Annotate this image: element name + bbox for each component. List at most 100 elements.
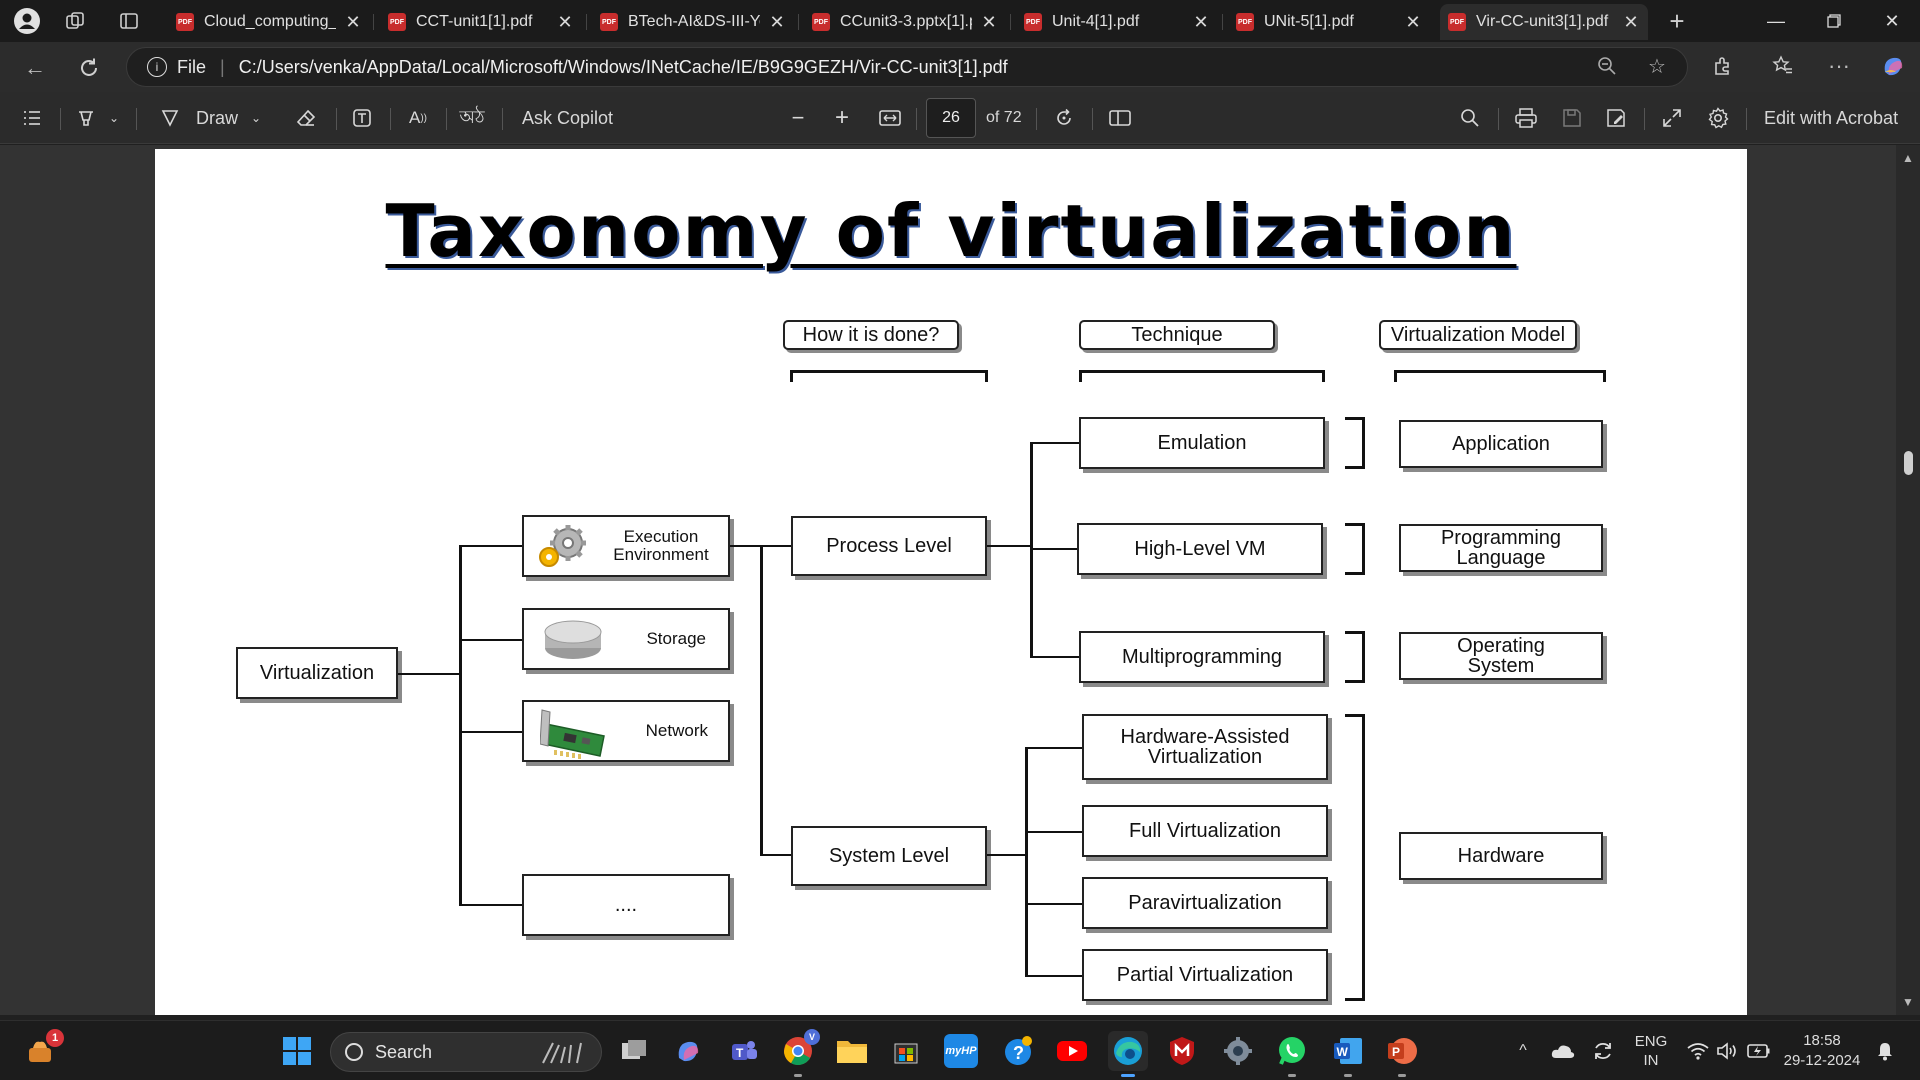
find-search-icon[interactable] xyxy=(1454,102,1486,134)
clock-date: 29-12-2024 xyxy=(1783,1052,1861,1069)
tab-vir-cc-unit3[interactable]: PDF Vir-CC-unit3[1].pdf ✕ xyxy=(1440,4,1648,40)
close-icon[interactable]: ✕ xyxy=(556,12,574,33)
microsoft-store-icon[interactable] xyxy=(886,1031,926,1071)
vertical-scrollbar[interactable]: ▲ ▼ xyxy=(1896,145,1920,1015)
mcafee-icon[interactable] xyxy=(1162,1031,1202,1071)
taskbar-search-box[interactable]: Search xyxy=(330,1032,602,1072)
show-hidden-icons-chevron-up-icon[interactable]: ^ xyxy=(1510,1021,1536,1080)
tab-ccunit3[interactable]: PDF CCunit3-3.pptx[1].pd ✕ xyxy=(804,4,1006,40)
contents-list-icon[interactable] xyxy=(16,102,48,134)
node-execution-environment: Execution Environment xyxy=(522,515,730,577)
chrome-icon[interactable]: V xyxy=(778,1029,820,1077)
help-icon[interactable]: ? xyxy=(998,1031,1038,1071)
language-indicator[interactable]: ENG IN xyxy=(1628,1021,1674,1080)
chevron-down-icon[interactable]: ⌄ xyxy=(104,102,124,134)
task-view-icon[interactable] xyxy=(614,1031,654,1071)
powerpoint-icon[interactable]: P xyxy=(1382,1031,1422,1077)
eraser-icon[interactable] xyxy=(290,102,322,134)
read-aloud-icon[interactable]: A)) xyxy=(402,102,434,134)
more-options-icon[interactable]: ··· xyxy=(1822,49,1856,83)
sync-icon[interactable] xyxy=(1588,1021,1618,1080)
fullscreen-icon[interactable] xyxy=(1656,102,1688,134)
close-icon[interactable]: ✕ xyxy=(980,12,998,33)
clock-time: 18:58 xyxy=(1803,1032,1841,1049)
wifi-icon[interactable] xyxy=(1684,1021,1712,1080)
highlighter-icon[interactable] xyxy=(70,102,102,134)
zoom-out-icon[interactable]: − xyxy=(782,102,814,134)
workspaces-icon[interactable] xyxy=(60,6,90,36)
add-text-icon[interactable] xyxy=(346,102,378,134)
chevron-down-icon[interactable]: ⌄ xyxy=(246,102,266,134)
close-icon[interactable]: ✕ xyxy=(1404,12,1422,33)
close-icon[interactable]: ✕ xyxy=(344,12,362,33)
clock[interactable]: 18:58 29-12-2024 xyxy=(1780,1021,1864,1080)
scroll-down-arrow-icon[interactable]: ▼ xyxy=(1902,995,1914,1009)
myhp-icon[interactable]: myHP xyxy=(944,1034,978,1068)
save-as-icon[interactable] xyxy=(1600,102,1632,134)
tab-bar: PDF Cloud_computing_u ✕ PDF CCT-unit1[1]… xyxy=(0,0,1920,42)
page-number-input[interactable]: 26 xyxy=(926,98,976,138)
close-icon[interactable]: ✕ xyxy=(1622,12,1640,33)
onedrive-cloud-icon[interactable] xyxy=(1548,1021,1578,1080)
window-close-icon[interactable]: ✕ xyxy=(1864,0,1920,42)
draw-button[interactable]: Draw xyxy=(196,102,238,134)
address-row: ← i File | C:/Users/venka/AppData/Local/… xyxy=(0,42,1920,92)
gear-icon xyxy=(539,525,586,567)
favorites-collection-icon[interactable] xyxy=(1766,49,1800,83)
svg-text:W: W xyxy=(1337,1045,1349,1059)
copilot-taskbar-icon[interactable] xyxy=(668,1031,708,1071)
tab-unit5[interactable]: PDF UNit-5[1].pdf ✕ xyxy=(1228,4,1430,40)
node-virtualization: Virtualization xyxy=(236,647,398,699)
close-icon[interactable]: ✕ xyxy=(1192,12,1210,33)
notifications-bell-icon[interactable] xyxy=(1870,1021,1900,1080)
volume-icon[interactable] xyxy=(1714,1021,1740,1080)
ask-copilot-button[interactable]: Ask Copilot xyxy=(522,102,613,134)
rotate-icon[interactable] xyxy=(1048,102,1080,134)
fit-width-icon[interactable] xyxy=(874,102,906,134)
back-arrow-icon[interactable]: ← xyxy=(18,51,52,85)
settings-app-icon[interactable] xyxy=(1218,1031,1258,1071)
site-info-icon[interactable]: i xyxy=(147,57,167,77)
header-how-it-is-done: How it is done? xyxy=(783,320,959,350)
profile-icon[interactable] xyxy=(12,6,42,36)
refresh-icon[interactable] xyxy=(72,51,106,85)
zoom-in-icon[interactable]: + xyxy=(826,102,858,134)
extensions-icon[interactable] xyxy=(1706,49,1740,83)
node-emulation: Emulation xyxy=(1079,417,1325,469)
draw-pen-icon[interactable] xyxy=(154,102,186,134)
tab-unit4[interactable]: PDF Unit-4[1].pdf ✕ xyxy=(1016,4,1218,40)
close-icon[interactable]: ✕ xyxy=(768,12,786,33)
url-text[interactable]: C:/Users/venka/AppData/Local/Microsoft/W… xyxy=(239,57,1008,78)
node-hardware-assisted-virtualization: Hardware-Assisted Virtualization xyxy=(1082,714,1328,780)
node-multiprogramming: Multiprogramming xyxy=(1079,631,1325,683)
save-icon[interactable] xyxy=(1556,102,1588,134)
tab-cloud-computing[interactable]: PDF Cloud_computing_u ✕ xyxy=(168,4,370,40)
youtube-icon[interactable] xyxy=(1052,1031,1092,1071)
address-bar[interactable]: i File | C:/Users/venka/AppData/Local/Mi… xyxy=(126,47,1688,87)
print-icon[interactable] xyxy=(1510,102,1542,134)
teams-icon[interactable]: T xyxy=(724,1031,764,1071)
windows-start-icon[interactable] xyxy=(277,1031,317,1071)
page-view-icon[interactable] xyxy=(1104,102,1136,134)
minimize-icon[interactable]: — xyxy=(1748,0,1804,42)
word-icon[interactable]: W xyxy=(1328,1031,1368,1077)
scroll-up-arrow-icon[interactable]: ▲ xyxy=(1902,151,1914,165)
copilot-icon[interactable] xyxy=(1876,49,1910,83)
scrollbar-thumb[interactable] xyxy=(1904,451,1913,475)
tab-cct-unit1[interactable]: PDF CCT-unit1[1].pdf ✕ xyxy=(380,4,582,40)
favorite-star-icon[interactable]: ☆ xyxy=(1640,49,1674,83)
zoom-icon[interactable] xyxy=(1590,49,1624,83)
restore-icon[interactable] xyxy=(1806,0,1862,42)
new-tab-icon[interactable]: + xyxy=(1662,6,1692,36)
translate-icon[interactable]: অঠ xyxy=(456,102,488,134)
settings-gear-icon[interactable] xyxy=(1702,102,1734,134)
edit-with-acrobat-button[interactable]: Edit with Acrobat xyxy=(1764,102,1898,134)
file-explorer-icon[interactable] xyxy=(832,1031,872,1071)
edge-browser-icon[interactable] xyxy=(1108,1031,1148,1077)
weather-widget-icon[interactable]: 1 xyxy=(20,1029,64,1071)
tab-btech-aids[interactable]: PDF BTech-AI&DS-III-Yea ✕ xyxy=(592,4,794,40)
node-high-level-vm: High-Level VM xyxy=(1077,523,1323,575)
whatsapp-icon[interactable] xyxy=(1272,1031,1312,1077)
vertical-tabs-icon[interactable] xyxy=(114,6,144,36)
battery-charging-icon[interactable] xyxy=(1744,1021,1774,1080)
